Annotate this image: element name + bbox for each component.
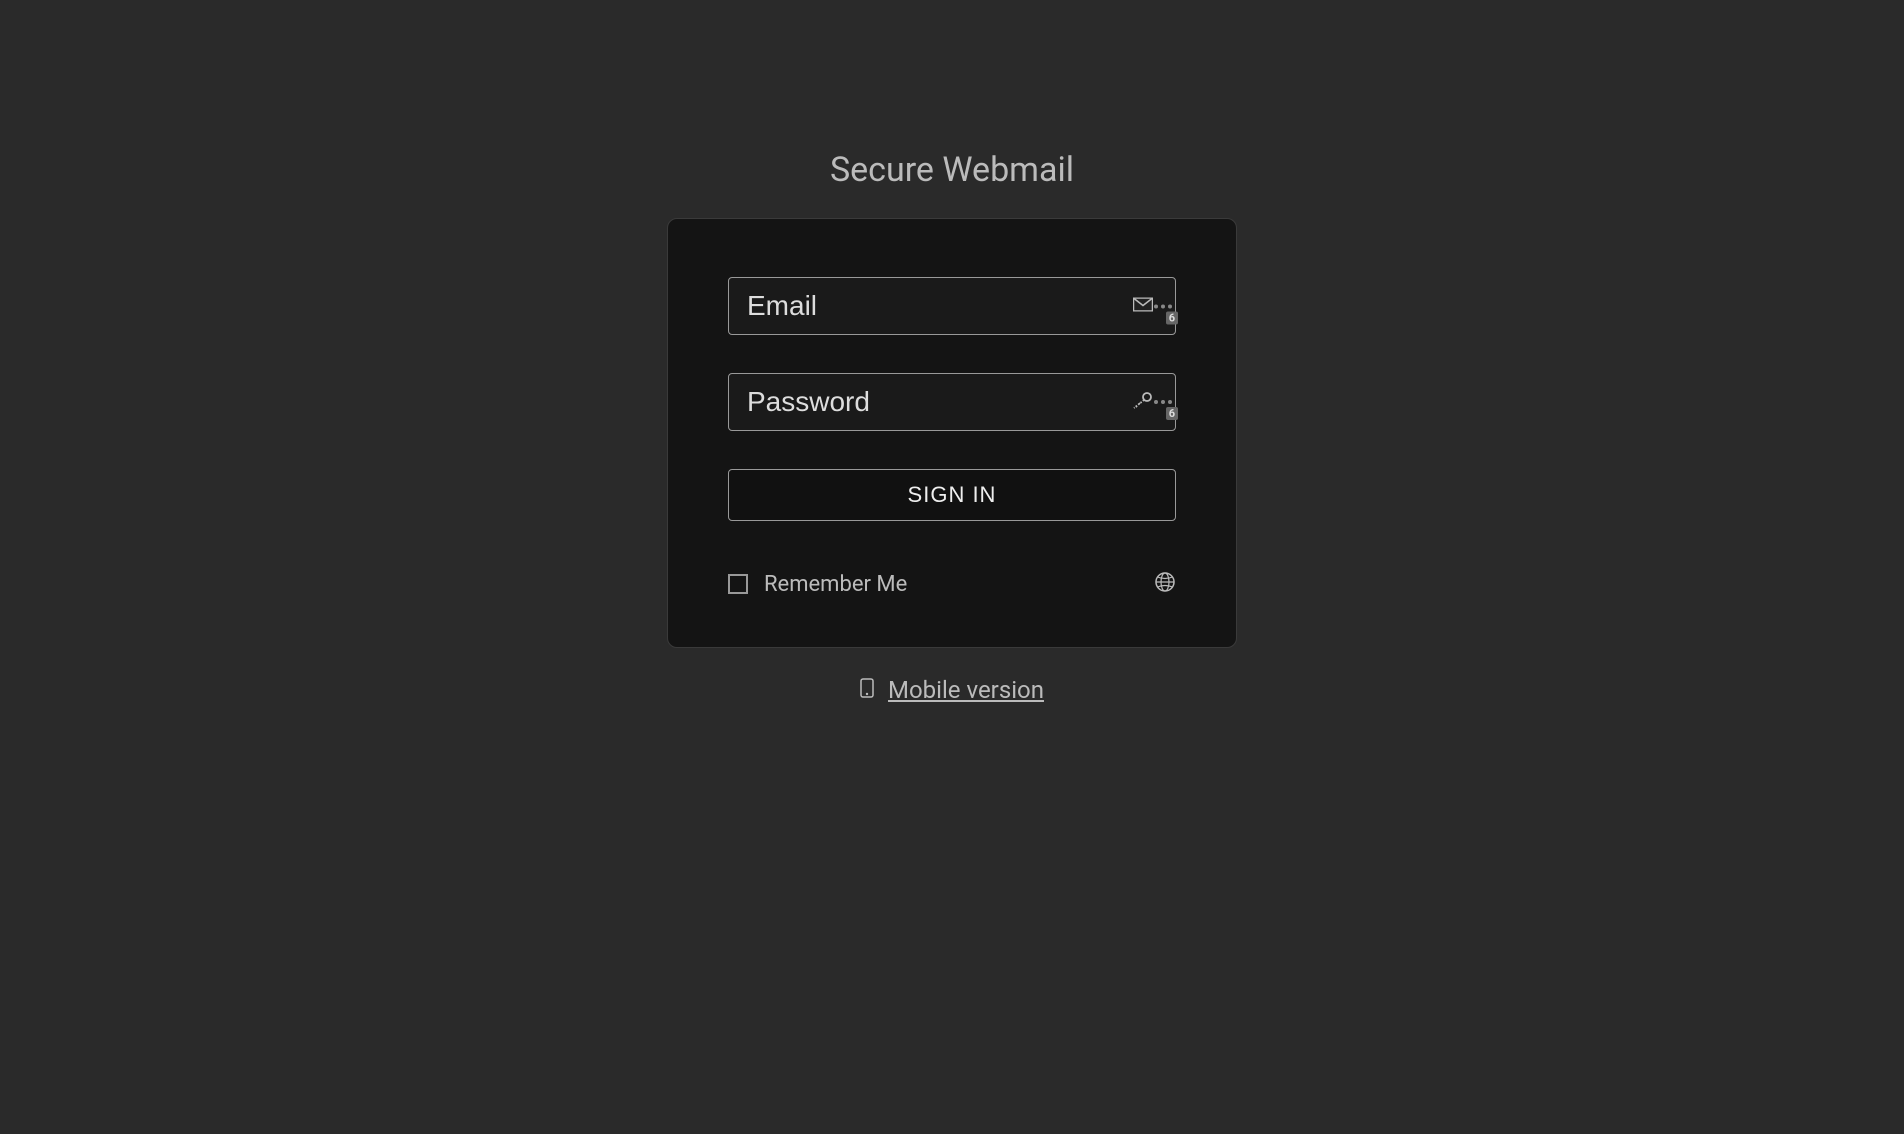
key-icon [1131, 391, 1153, 413]
options-row: Remember Me [728, 571, 1176, 597]
mobile-version-link[interactable]: Mobile version [888, 676, 1044, 704]
password-field[interactable] [728, 373, 1176, 431]
envelope-icon [1133, 297, 1153, 316]
autofill-count: 6 [1166, 407, 1178, 420]
checkbox-icon [728, 574, 748, 594]
language-selector[interactable] [1154, 571, 1176, 597]
autofill-count: 6 [1166, 311, 1178, 324]
remember-me-toggle[interactable]: Remember Me [728, 572, 907, 597]
login-card: 6 6 SIGN IN Remember Me [667, 218, 1237, 648]
email-field[interactable] [728, 277, 1176, 335]
autofill-dots-badge: 6 [1151, 400, 1172, 404]
remember-me-label: Remember Me [764, 572, 907, 597]
email-field-wrapper: 6 [728, 277, 1176, 335]
email-autofill-indicator[interactable]: 6 [1133, 297, 1172, 316]
signin-button[interactable]: SIGN IN [728, 469, 1176, 521]
autofill-dots-badge: 6 [1151, 304, 1172, 308]
globe-icon [1154, 571, 1176, 593]
mobile-icon [860, 678, 874, 702]
password-autofill-indicator[interactable]: 6 [1131, 391, 1172, 413]
password-field-wrapper: 6 [728, 373, 1176, 431]
page-title: Secure Webmail [830, 150, 1074, 190]
mobile-version-row: Mobile version [860, 676, 1044, 704]
